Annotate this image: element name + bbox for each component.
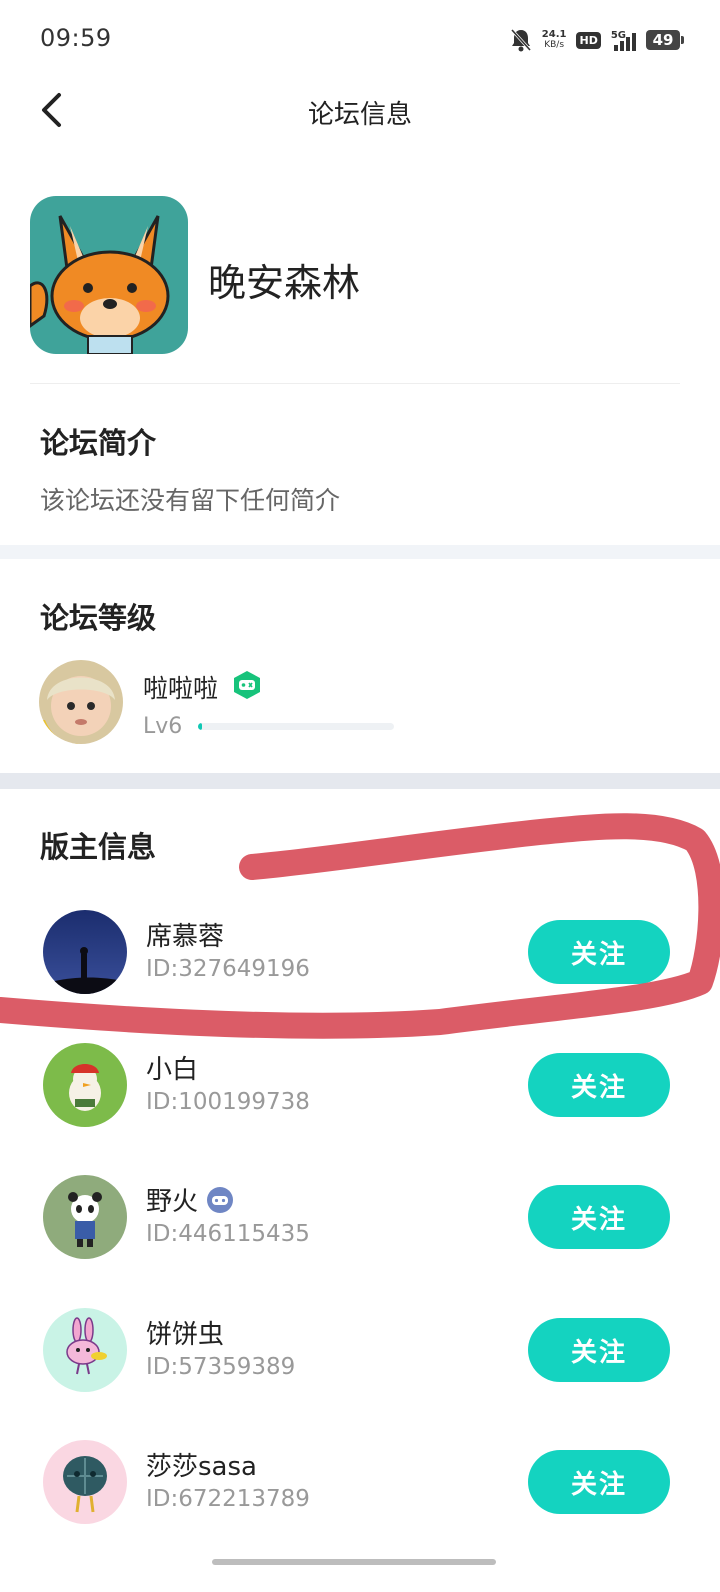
intro-title: 论坛简介 (40, 426, 157, 460)
moderator-name-text: 饼饼虫 (146, 1320, 225, 1350)
level-user-avatar[interactable] (39, 660, 123, 744)
network-type: 5G (610, 30, 626, 41)
follow-button[interactable]: 关注 (528, 920, 670, 984)
moderator-id: ID:100199738 (146, 1089, 310, 1115)
creature-cartoon-image (43, 1440, 127, 1524)
duck-cartoon-image (43, 1043, 127, 1127)
baby-photo-image (39, 660, 123, 744)
follow-button[interactable]: 关注 (528, 1318, 670, 1382)
net-speed-value: 24.1 (541, 29, 567, 40)
level-title: 论坛等级 (40, 601, 157, 635)
net-speed-unit: KB/s (544, 40, 565, 50)
fox-logo-image (30, 196, 188, 354)
page-title: 论坛信息 (307, 100, 412, 130)
level-label: Lv6 (143, 714, 183, 739)
moderator-name-text: 小白 (146, 1055, 199, 1085)
status-icons: 24.1 KB/s HD 5G 49 (510, 26, 684, 54)
moderator-name-text: 野火 (146, 1187, 199, 1217)
follow-button[interactable]: 关注 (528, 1185, 670, 1249)
night-sky-image (43, 910, 127, 994)
forum-header: 晚安森林 (30, 196, 680, 356)
section-separator (0, 773, 720, 789)
follow-button[interactable]: 关注 (528, 1053, 670, 1117)
moderator-avatar[interactable] (43, 1308, 127, 1392)
moderator-name-text: 莎莎sasa (146, 1452, 257, 1482)
moderators-title: 版主信息 (40, 830, 157, 864)
moderator-name: 莎莎sasa (146, 1446, 257, 1483)
moderator-row: 小白 ID:100199738 关注 (0, 1035, 720, 1135)
moderator-name: 饼饼虫 (146, 1314, 224, 1351)
moderator-id: ID:446115435 (146, 1221, 310, 1247)
panda-cartoon-image (43, 1175, 127, 1259)
moderator-avatar[interactable] (43, 1043, 127, 1127)
moderator-id: ID:57359389 (146, 1354, 296, 1380)
gamepad-badge-icon (206, 1186, 234, 1214)
status-time: 09:59 (40, 24, 112, 52)
status-bar: 09:59 24.1 KB/s HD 5G 49 (0, 0, 720, 78)
intro-text: 该论坛还没有留下任何简介 (40, 486, 341, 515)
moderator-id: ID:327649196 (146, 956, 310, 982)
moderator-avatar[interactable] (43, 1440, 127, 1524)
moderator-id: ID:672213789 (146, 1486, 310, 1512)
battery-icon: 49 (646, 30, 684, 50)
moderator-avatar[interactable] (43, 910, 127, 994)
moderator-name: 野火 (146, 1181, 234, 1218)
level-progress-bar (198, 723, 394, 730)
forum-name: 晚安森林 (208, 261, 361, 305)
level-user-name[interactable]: 啦啦啦 (143, 669, 218, 705)
divider (30, 383, 680, 384)
hd-icon: HD (576, 31, 601, 49)
net-speed: 24.1 KB/s (541, 29, 567, 51)
level-progress-fill (198, 723, 202, 730)
moderator-name: 小白 (146, 1049, 198, 1086)
moderator-row: 野火 ID:446115435 关注 (0, 1167, 720, 1267)
moderator-name-text: 席慕蓉 (146, 922, 225, 952)
nav-bar: 论坛信息 (0, 78, 720, 144)
game-badge-icon (232, 670, 262, 700)
moderator-name: 席慕蓉 (146, 916, 224, 953)
moderator-row: 饼饼虫 ID:57359389 关注 (0, 1300, 720, 1400)
section-separator (0, 545, 720, 559)
forum-avatar (30, 196, 188, 354)
follow-button[interactable]: 关注 (528, 1450, 670, 1514)
moderator-avatar[interactable] (43, 1175, 127, 1259)
bell-muted-icon (510, 28, 532, 52)
signal-icon: 5G (611, 29, 636, 51)
bunny-cartoon-image (43, 1308, 127, 1392)
moderator-row: 莎莎sasa ID:672213789 关注 (0, 1432, 720, 1532)
home-indicator[interactable] (212, 1559, 496, 1565)
moderator-row: 席慕蓉 ID:327649196 关注 (0, 902, 720, 1002)
